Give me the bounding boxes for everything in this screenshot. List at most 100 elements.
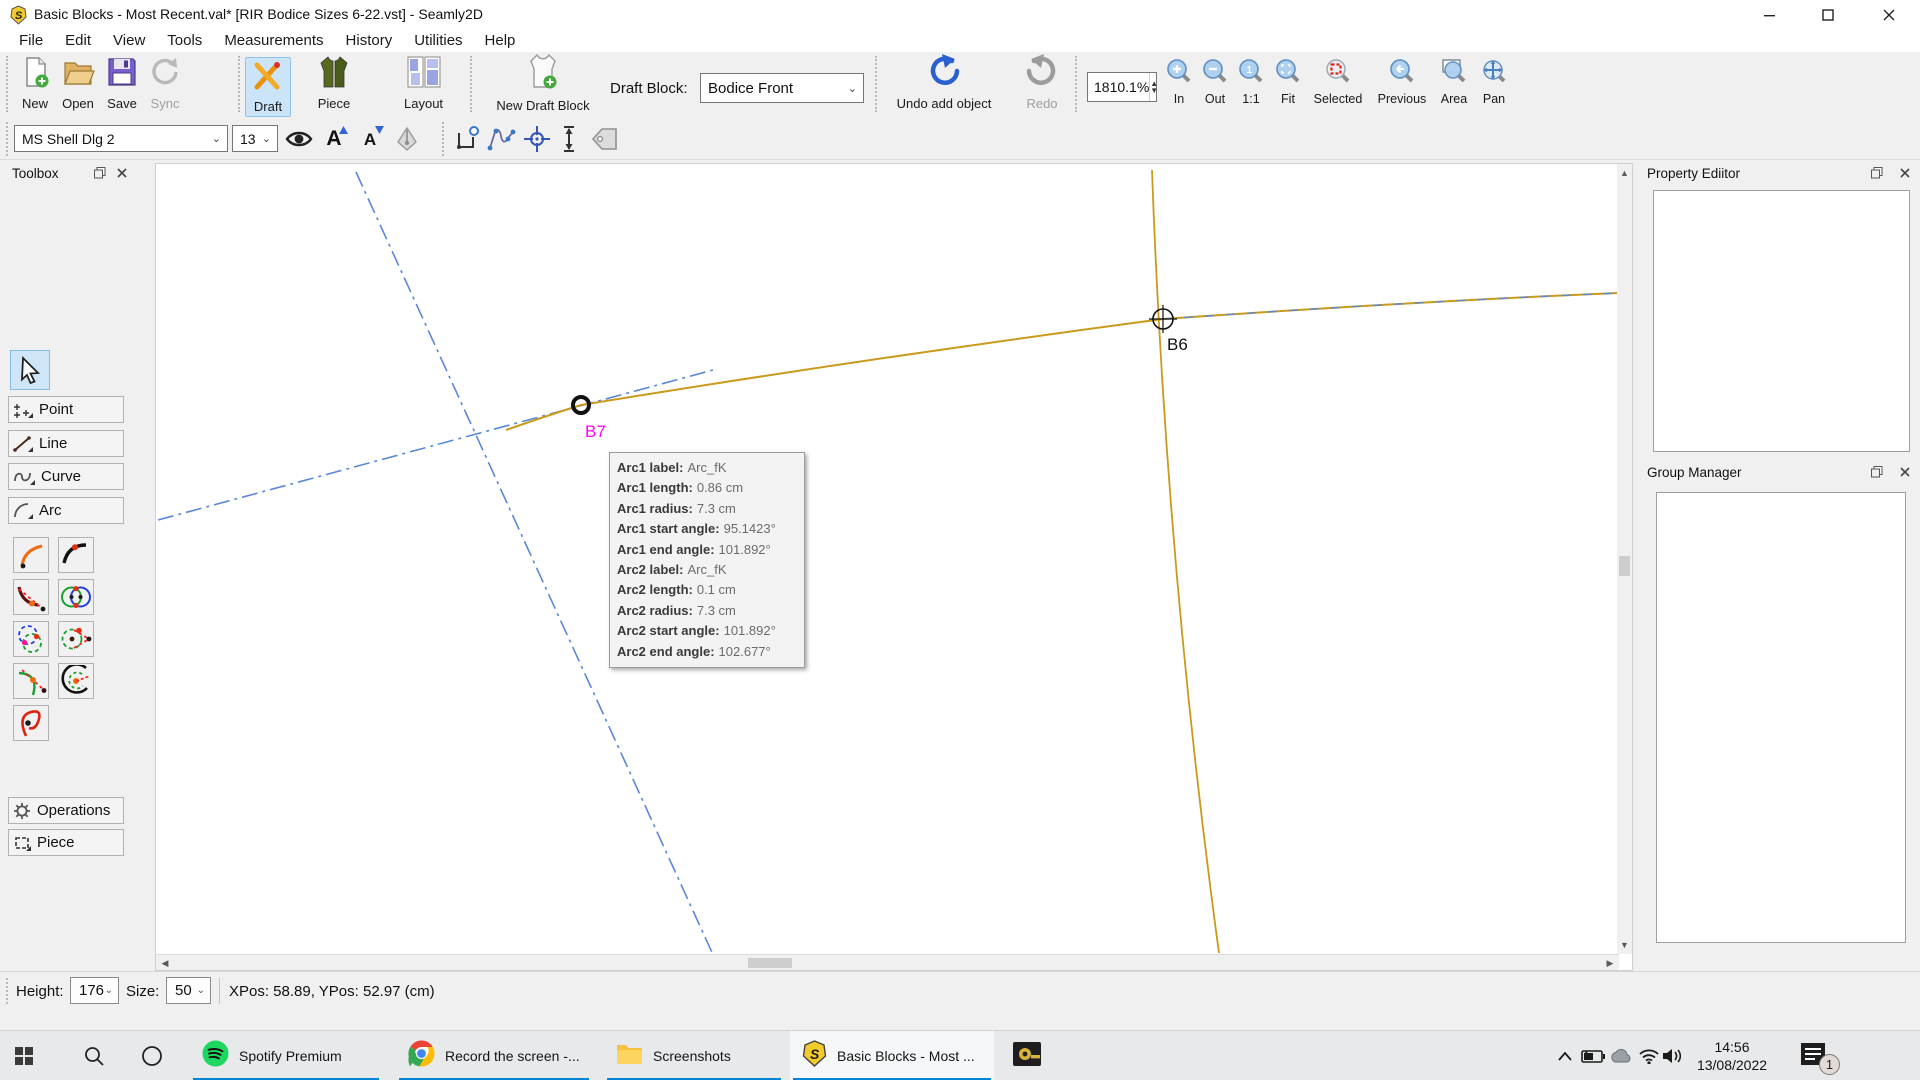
redo-button[interactable]: Redo <box>1018 53 1066 111</box>
point-b6-marker[interactable] <box>1149 305 1177 333</box>
open-button[interactable]: Open <box>61 55 95 111</box>
minimize-button[interactable] <box>1747 0 1793 30</box>
float-panel-icon[interactable] <box>1867 163 1887 183</box>
toolbar-separator <box>1075 56 1078 112</box>
sync-button[interactable]: Sync <box>148 55 182 111</box>
union-tool-button[interactable] <box>452 124 482 154</box>
menu-file[interactable]: File <box>8 30 54 52</box>
height-select[interactable]: 176 ⌄ <box>70 977 119 1004</box>
zoom-percent-spinner[interactable]: 1810.1% ▲▼ <box>1087 72 1157 102</box>
canvas-vertical-scrollbar[interactable]: ▲ ▼ <box>1617 164 1632 954</box>
layout-mode-button[interactable]: Layout <box>404 55 443 111</box>
draft-canvas[interactable]: B6 B7 Arc1 label:Arc_fK Arc1 length:0.86… <box>155 163 1633 971</box>
menu-history[interactable]: History <box>335 30 404 52</box>
pointer-pen-button[interactable] <box>392 124 422 154</box>
menu-utilities[interactable]: Utilities <box>403 30 473 52</box>
taskbar-clock[interactable]: 14:56 13/08/2022 <box>1686 1038 1778 1074</box>
arc-with-length-tool[interactable] <box>58 537 94 573</box>
curve-nodes-icon <box>487 126 517 152</box>
search-button[interactable] <box>72 1031 116 1080</box>
menu-tools[interactable]: Tools <box>156 30 213 52</box>
concentric-arcs-tool[interactable] <box>58 663 94 699</box>
cortana-button[interactable] <box>130 1031 174 1080</box>
label-size-select[interactable]: 13 ⌄ <box>232 125 278 152</box>
zoom-selected-button[interactable]: Selected <box>1312 58 1364 106</box>
menu-measurements[interactable]: Measurements <box>213 30 334 52</box>
scroll-up-arrow[interactable]: ▲ <box>1617 166 1632 180</box>
curve-tangent-intersect-tool[interactable] <box>13 663 49 699</box>
taskbar-app-spotify[interactable]: Spotify Premium <box>190 1031 382 1080</box>
curve-intersect-axis-tool[interactable] <box>13 579 49 615</box>
curve-tool-button[interactable] <box>486 124 518 154</box>
curve-tools-button[interactable]: Curve <box>8 463 124 490</box>
draft-block-label: Draft Block: <box>610 80 688 97</box>
taskbar-app-chrome[interactable]: Record the screen -... <box>396 1031 592 1080</box>
tangent-point-tool[interactable] <box>58 621 94 657</box>
group-manager-content[interactable] <box>1656 492 1906 943</box>
tape-measure-icon <box>1012 1040 1042 1073</box>
pattern-curve-main[interactable] <box>506 293 1618 430</box>
float-panel-icon[interactable] <box>1867 462 1887 482</box>
canvas-horizontal-scrollbar[interactable]: ◀ ▶ <box>156 954 1619 970</box>
pattern-curve-vertical[interactable] <box>1152 170 1219 953</box>
arc-tools-button[interactable]: Arc <box>8 497 124 524</box>
elliptical-arc-tool[interactable] <box>13 705 49 741</box>
draft-mode-button[interactable]: Draft <box>245 57 291 117</box>
scrollbar-thumb[interactable] <box>748 958 792 968</box>
start-button[interactable] <box>0 1031 48 1080</box>
zoom-fit-button[interactable]: Fit <box>1262 58 1314 106</box>
point-tool-button[interactable] <box>522 124 552 154</box>
piece-tools-button[interactable]: Piece <box>8 829 124 856</box>
scroll-right-arrow[interactable]: ▶ <box>1603 956 1617 970</box>
zoom-pan-button[interactable]: Pan <box>1468 58 1520 106</box>
onedrive-cloud-icon[interactable] <box>1606 1031 1636 1080</box>
select-arrow-tool-button[interactable] <box>10 350 50 390</box>
float-panel-icon[interactable] <box>90 163 110 183</box>
decrease-label-font-button[interactable]: A <box>356 126 384 154</box>
maximize-button[interactable] <box>1805 0 1851 30</box>
label-tag-button[interactable] <box>588 124 622 154</box>
battery-charging-icon[interactable] <box>1578 1031 1608 1080</box>
menu-edit[interactable]: Edit <box>54 30 102 52</box>
undo-button[interactable]: Undo add object <box>890 53 998 111</box>
taskbar-app-screenshots[interactable]: Screenshots <box>604 1031 784 1080</box>
size-select[interactable]: 50 ⌄ <box>166 977 211 1004</box>
close-panel-icon[interactable] <box>112 163 132 183</box>
save-button[interactable]: Save <box>105 55 139 111</box>
close-panel-icon[interactable] <box>1895 462 1915 482</box>
taskbar-app-seamly2d[interactable]: S Basic Blocks - Most ... <box>790 1031 994 1080</box>
height-tool-button[interactable] <box>556 124 582 154</box>
close-panel-icon[interactable] <box>1895 163 1915 183</box>
intersect-circles-tool[interactable] <box>58 579 94 615</box>
point-icon <box>13 401 33 419</box>
new-draft-block-button[interactable]: New Draft Block <box>485 53 601 113</box>
line-tools-button[interactable]: Line <box>8 430 124 457</box>
draft-block-select[interactable]: Bodice Front ⌄ <box>700 73 864 103</box>
scrollbar-thumb[interactable] <box>1619 556 1630 576</box>
speaker-icon[interactable] <box>1658 1031 1688 1080</box>
new-document-icon <box>18 55 52 94</box>
scroll-down-arrow[interactable]: ▼ <box>1617 938 1632 952</box>
operations-tools-button[interactable]: Operations <box>8 797 124 824</box>
zoom-previous-button[interactable]: Previous <box>1376 58 1428 106</box>
taskbar-app-tape-measure[interactable] <box>1000 1031 1046 1080</box>
point-tools-button[interactable]: Point <box>8 396 124 423</box>
menu-help[interactable]: Help <box>474 30 527 52</box>
piece-vest-icon <box>316 55 352 94</box>
property-editor-content[interactable] <box>1653 190 1910 452</box>
arc-radius-angles-tool[interactable] <box>13 537 49 573</box>
menu-view[interactable]: View <box>102 30 156 52</box>
clock-time: 14:56 <box>1686 1038 1778 1056</box>
piece-mode-button[interactable]: Piece <box>316 55 352 111</box>
new-button[interactable]: New <box>18 55 52 111</box>
close-button[interactable] <box>1866 0 1912 30</box>
intersect-circle-segment-tool[interactable] <box>13 621 49 657</box>
font-size-value: 13 <box>240 131 256 147</box>
scroll-left-arrow[interactable]: ◀ <box>158 956 172 970</box>
show-labels-eye-button[interactable] <box>284 126 314 152</box>
increase-label-font-button[interactable]: A <box>320 124 348 154</box>
action-center-button[interactable]: 1 <box>1786 1031 1842 1080</box>
pattern-drawing[interactable]: B6 B7 <box>156 164 1618 953</box>
label-font-select[interactable]: MS Shell Dlg 2 ⌄ <box>14 125 228 152</box>
tray-chevron-up-icon[interactable] <box>1550 1031 1580 1080</box>
